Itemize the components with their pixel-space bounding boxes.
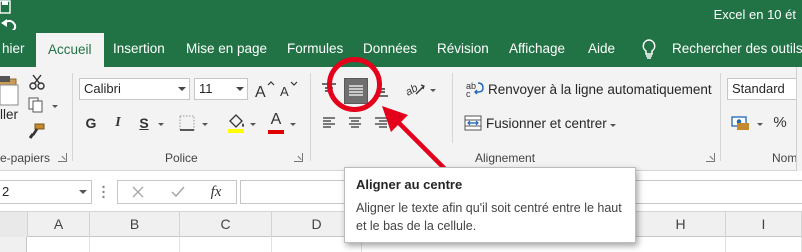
column-header[interactable]: C bbox=[180, 212, 272, 237]
merge-center-label[interactable]: Fusionner et centrer bbox=[486, 116, 607, 131]
copy-icon[interactable] bbox=[27, 96, 45, 114]
paste-label: ller bbox=[0, 107, 19, 122]
window-title: Excel en 10 ét bbox=[713, 7, 796, 22]
font-color-swatch bbox=[268, 130, 284, 134]
accounting-format-icon[interactable] bbox=[731, 113, 753, 131]
ribbon-scroll-edge bbox=[796, 67, 802, 171]
tab-revision[interactable]: Révision bbox=[437, 30, 489, 67]
clipboard-dialog-launcher[interactable] bbox=[58, 153, 67, 162]
number-format-value: Standard bbox=[732, 81, 785, 96]
separator bbox=[720, 73, 721, 161]
column-header[interactable]: B bbox=[90, 212, 180, 237]
font-name-combo[interactable]: Calibri bbox=[79, 78, 190, 100]
paste-icon[interactable] bbox=[0, 73, 22, 107]
tooltip: Aligner au centre Aligner le texte afin … bbox=[344, 167, 636, 243]
merge-center-icon[interactable] bbox=[464, 114, 482, 132]
orientation-dropdown-icon[interactable] bbox=[430, 89, 436, 92]
tab-affichage[interactable]: Affichage bbox=[509, 30, 565, 67]
tab-aide[interactable]: Aide bbox=[588, 30, 615, 67]
wrap-text-icon[interactable]: ab c bbox=[466, 80, 484, 98]
tooltip-title: Aligner au centre bbox=[356, 177, 463, 192]
alignment-group-label: Alignement bbox=[475, 151, 536, 165]
name-box[interactable]: 2 bbox=[0, 180, 92, 204]
grid-cell[interactable] bbox=[726, 237, 802, 252]
italic-button[interactable]: I bbox=[113, 114, 123, 132]
font-color-dropdown-icon[interactable] bbox=[290, 123, 296, 126]
underline-dropdown-icon[interactable] bbox=[158, 123, 164, 126]
title-bar: Excel en 10 ét bbox=[0, 0, 802, 158]
font-color-button[interactable]: A bbox=[266, 111, 286, 135]
svg-text:A: A bbox=[255, 84, 266, 99]
bold-button[interactable]: G bbox=[84, 114, 98, 132]
tab-donnees[interactable]: Données bbox=[363, 30, 417, 67]
search-label: Rechercher des outils bbox=[672, 41, 802, 56]
font-group-label: Police bbox=[165, 151, 198, 165]
fill-color-dropdown-icon[interactable] bbox=[250, 123, 256, 126]
tooltip-description: Aligner le texte afin qu'il soit centré … bbox=[356, 201, 622, 233]
wrap-text-label[interactable]: Renvoyer à la ligne automatiquement bbox=[488, 82, 712, 97]
accounting-dropdown-icon[interactable] bbox=[757, 123, 763, 126]
ribbon-tabs: hier Accueil Insertion Mise en page Form… bbox=[0, 30, 802, 67]
decrease-font-size-icon[interactable]: A bbox=[279, 80, 299, 100]
separator bbox=[72, 73, 73, 161]
font-size-value: 11 bbox=[199, 81, 213, 96]
tab-fichier[interactable]: hier bbox=[2, 30, 25, 67]
name-box-value: 2 bbox=[2, 184, 10, 199]
number-group-label: Nom bbox=[772, 151, 798, 165]
lightbulb-icon bbox=[642, 39, 656, 59]
font-size-combo[interactable]: 11 bbox=[194, 78, 248, 100]
chevron-down-icon[interactable] bbox=[173, 79, 189, 99]
orientation-icon[interactable]: ab bbox=[404, 79, 426, 99]
grid-cell[interactable] bbox=[28, 237, 90, 252]
svg-text:ab: ab bbox=[404, 82, 420, 99]
fill-color-icon[interactable] bbox=[226, 112, 246, 134]
column-header[interactable]: I bbox=[726, 212, 802, 237]
separator bbox=[310, 73, 311, 161]
grid-cell[interactable] bbox=[90, 237, 180, 252]
grid-cell[interactable] bbox=[636, 237, 726, 252]
cancel-icon[interactable] bbox=[130, 184, 146, 200]
alignment-dialog-launcher[interactable] bbox=[706, 153, 715, 162]
column-header[interactable]: A bbox=[28, 212, 90, 237]
select-all-corner[interactable] bbox=[0, 212, 28, 237]
format-painter-icon[interactable] bbox=[28, 122, 46, 140]
grid-cell[interactable] bbox=[180, 237, 272, 252]
formula-buttons: fx bbox=[117, 180, 237, 204]
highlight-circle bbox=[327, 57, 382, 112]
cut-icon[interactable] bbox=[28, 73, 46, 91]
tab-insertion[interactable]: Insertion bbox=[113, 30, 165, 67]
insert-function-button[interactable]: fx bbox=[206, 183, 226, 201]
merge-dropdown-icon[interactable] bbox=[610, 124, 616, 127]
column-header[interactable]: H bbox=[636, 212, 726, 237]
font-name-value: Calibri bbox=[84, 81, 121, 96]
tab-formules[interactable]: Formules bbox=[287, 30, 343, 67]
font-dialog-launcher[interactable] bbox=[294, 153, 303, 162]
number-format-combo[interactable]: Standard bbox=[727, 78, 799, 100]
copy-dropdown-icon[interactable] bbox=[52, 105, 58, 108]
chevron-down-icon[interactable] bbox=[79, 190, 87, 194]
increase-font-size-icon[interactable]: A bbox=[255, 80, 275, 100]
clipboard-group-label: e-papiers bbox=[0, 151, 51, 165]
align-center-icon[interactable] bbox=[347, 115, 363, 131]
resize-handle-icon[interactable] bbox=[102, 185, 105, 199]
percent-button[interactable]: % bbox=[771, 113, 789, 131]
save-icon[interactable] bbox=[0, 0, 12, 17]
chevron-down-icon[interactable] bbox=[231, 79, 247, 99]
borders-dropdown-icon[interactable] bbox=[202, 123, 208, 126]
svg-text:A: A bbox=[280, 84, 289, 99]
align-left-icon[interactable] bbox=[321, 115, 337, 131]
svg-text:c: c bbox=[466, 89, 471, 98]
underline-button[interactable]: S bbox=[137, 114, 151, 132]
enter-icon[interactable] bbox=[170, 184, 186, 200]
row-header[interactable] bbox=[0, 237, 27, 252]
font-color-letter: A bbox=[270, 111, 282, 128]
borders-icon[interactable] bbox=[178, 114, 196, 132]
tab-accueil[interactable]: Accueil bbox=[36, 33, 104, 67]
tab-mise-en-page[interactable]: Mise en page bbox=[186, 30, 267, 67]
